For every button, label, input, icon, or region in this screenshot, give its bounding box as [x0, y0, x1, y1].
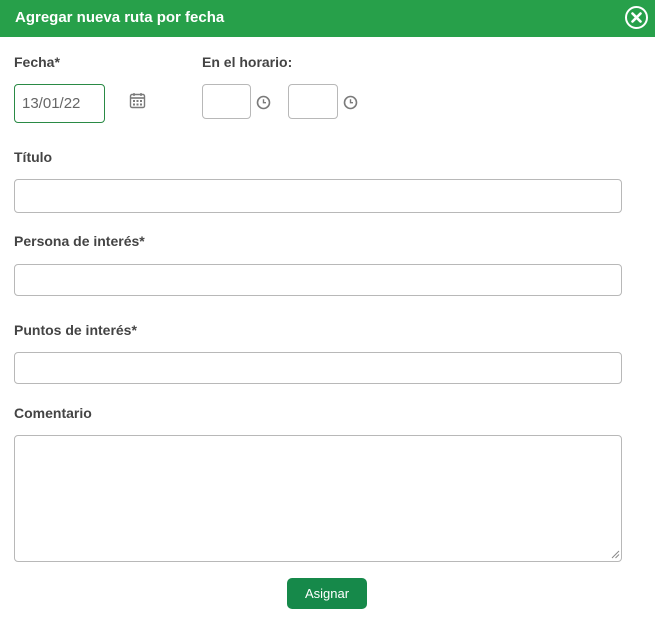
close-icon[interactable] — [624, 5, 649, 30]
comentario-textarea[interactable] — [14, 435, 622, 562]
horario-start-input[interactable] — [202, 84, 251, 119]
persona-input[interactable] — [14, 264, 622, 296]
comentario-label: Comentario — [14, 405, 92, 421]
titulo-label: Título — [14, 149, 53, 165]
horario-end-input[interactable] — [288, 84, 338, 119]
puntos-label: Puntos de interés* — [14, 322, 137, 338]
calendar-icon[interactable] — [129, 92, 146, 109]
clock-icon[interactable] — [256, 95, 271, 110]
dialog-header: Agregar nueva ruta por fecha — [0, 0, 655, 37]
clock-icon[interactable] — [343, 95, 358, 110]
resize-grip-icon[interactable] — [610, 549, 620, 559]
titulo-input[interactable] — [14, 179, 622, 213]
fecha-label: Fecha* — [14, 54, 60, 70]
dialog-title: Agregar nueva ruta por fecha — [15, 9, 225, 26]
assign-button[interactable]: Asignar — [287, 578, 367, 609]
puntos-input[interactable] — [14, 352, 622, 384]
horario-label: En el horario: — [202, 54, 293, 70]
persona-label: Persona de interés* — [14, 233, 145, 249]
fecha-input[interactable] — [14, 84, 105, 123]
